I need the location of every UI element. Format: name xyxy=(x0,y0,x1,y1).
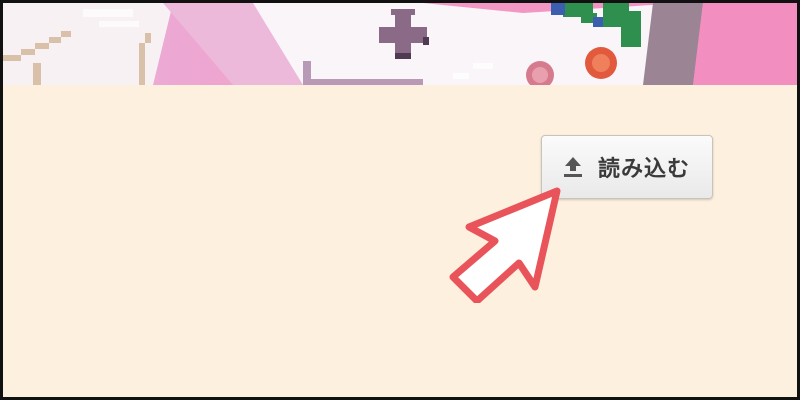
upload-icon xyxy=(560,154,586,180)
pointer-arrow-icon xyxy=(449,187,561,303)
load-button-label: 読み込む xyxy=(598,157,691,182)
banner-illustration xyxy=(3,3,797,85)
screenshot-frame: 読み込む xyxy=(0,0,800,400)
content-panel xyxy=(3,85,797,397)
pixel-art-banner-image xyxy=(3,3,797,86)
